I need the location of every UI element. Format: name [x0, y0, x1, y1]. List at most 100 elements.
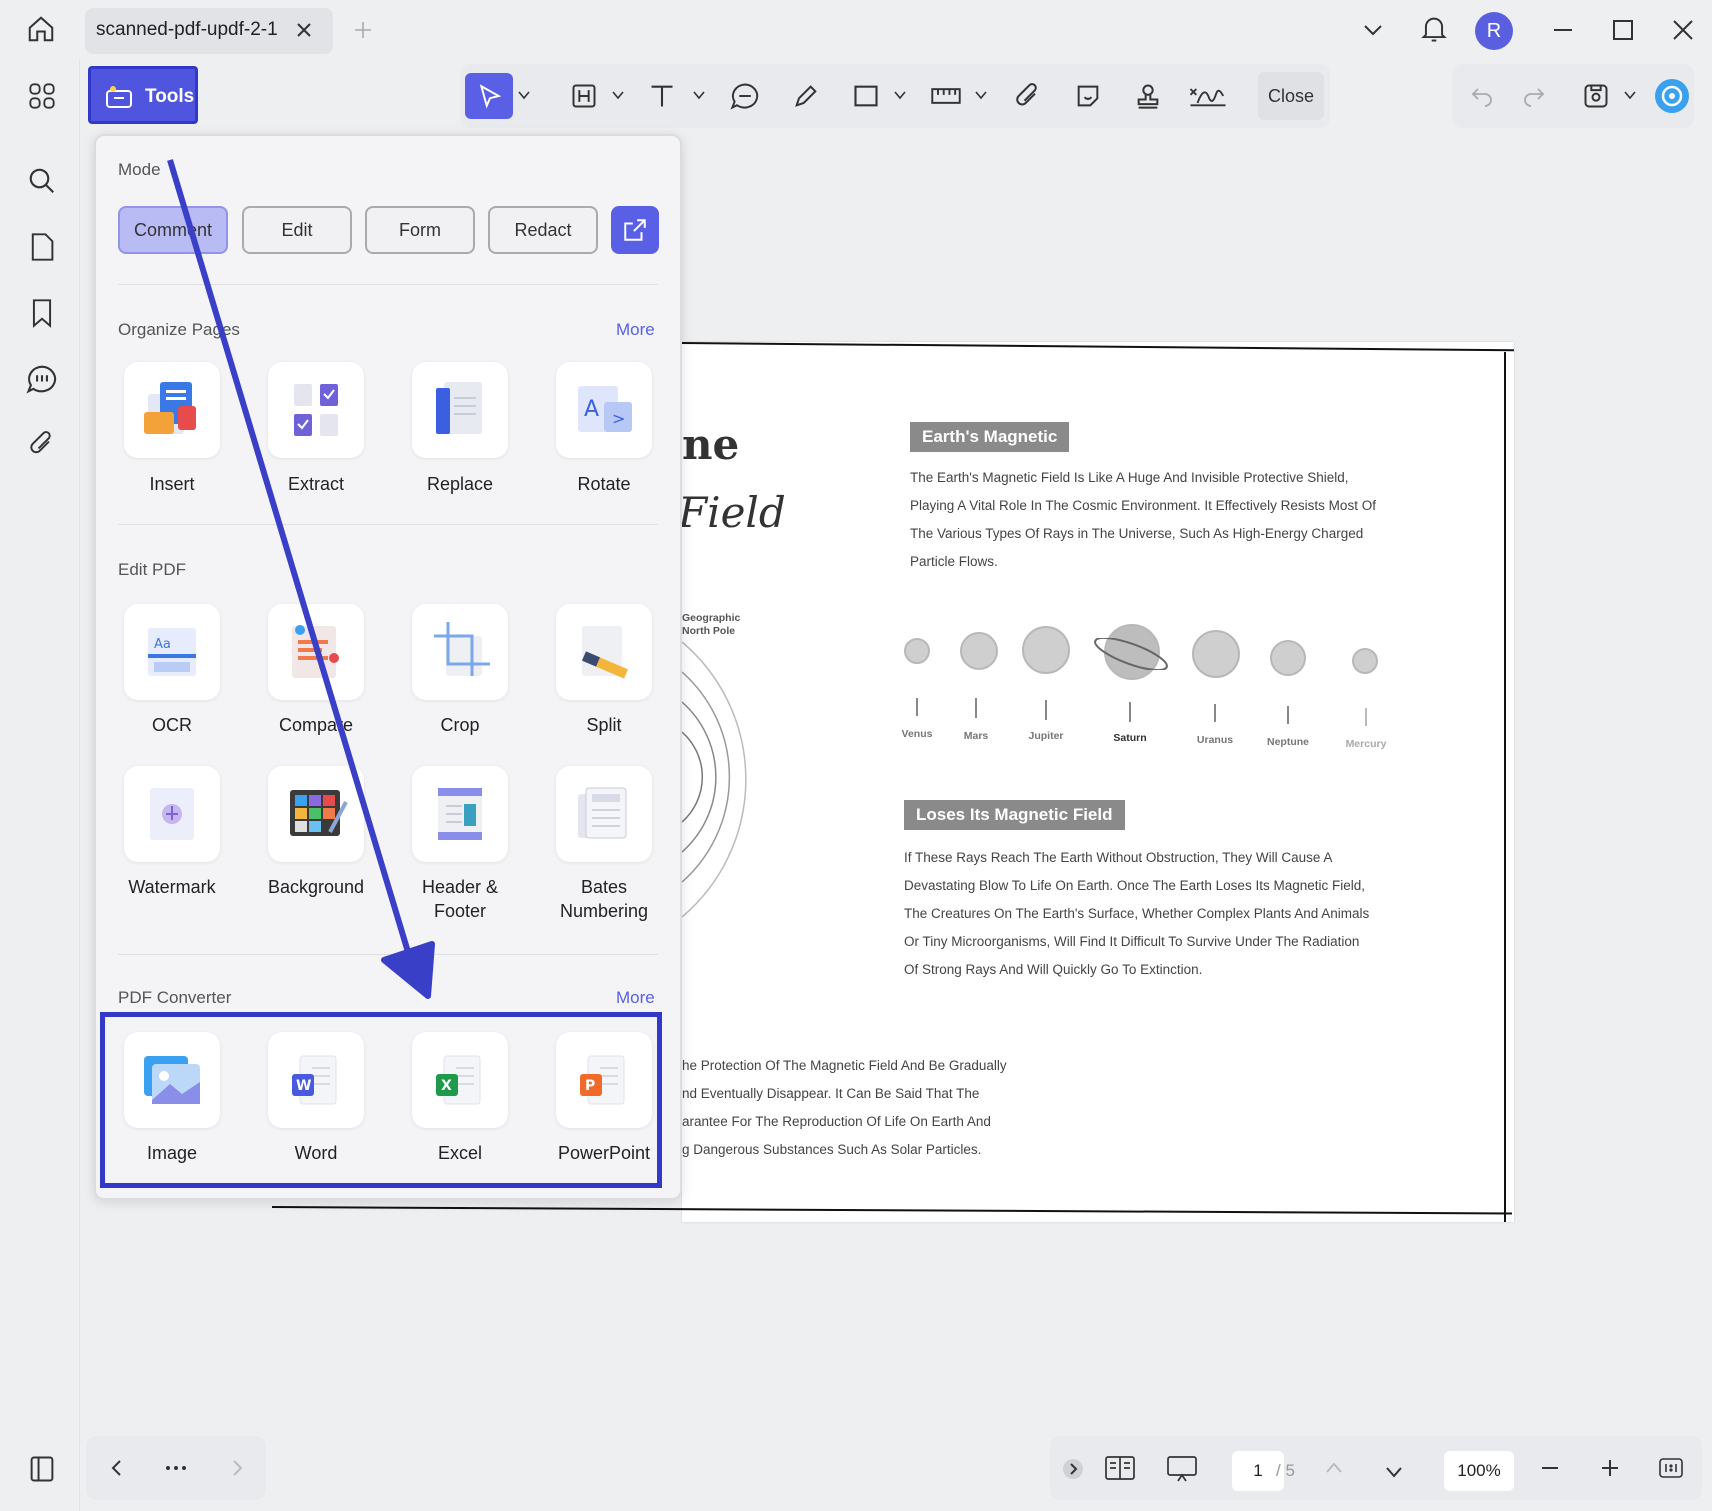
highlight-tool-icon[interactable]	[570, 82, 598, 110]
text-tool-icon[interactable]	[648, 82, 676, 110]
insert-tool[interactable]	[124, 362, 220, 458]
saturn-ring	[1094, 638, 1168, 670]
doc-paragraph: The Earth's Magnetic Field Is Like A Hug…	[910, 470, 1376, 569]
chevron-down-icon[interactable]	[612, 90, 624, 100]
doc-line: arantee For The Reproduction Of Life On …	[682, 1114, 991, 1129]
organize-more-link[interactable]: More	[616, 320, 655, 340]
sidebar-toggle-icon[interactable]	[28, 1454, 56, 1484]
planet-label: Mars	[963, 730, 989, 742]
watermark-icon	[138, 780, 206, 848]
total-pages: / 5	[1276, 1461, 1295, 1480]
close-toolbar-button[interactable]: Close	[1258, 72, 1324, 120]
pages-icon[interactable]	[28, 232, 56, 262]
chevron-right-icon[interactable]	[228, 1458, 246, 1478]
planet-tick	[1365, 708, 1367, 726]
attachment-icon[interactable]	[28, 430, 56, 460]
ocr-tool[interactable]: Aa	[124, 604, 220, 700]
organize-pages-title: Organize Pages	[118, 320, 240, 339]
mode-edit-button[interactable]: Edit	[242, 206, 352, 254]
converter-more-link[interactable]: More	[616, 988, 655, 1008]
replace-tool[interactable]	[412, 362, 508, 458]
insert-label: Insert	[149, 474, 195, 494]
attach-tool-icon[interactable]	[1014, 82, 1042, 110]
expand-panel-icon[interactable]	[1062, 1458, 1084, 1480]
svg-text:A: A	[584, 397, 599, 422]
chevron-down-icon[interactable]	[1362, 20, 1384, 40]
comments-icon[interactable]	[26, 364, 58, 394]
tools-label: Tools	[145, 86, 195, 107]
watermark-tool[interactable]	[124, 766, 220, 862]
avatar[interactable]: R	[1475, 12, 1513, 50]
chevron-down-icon[interactable]	[1624, 90, 1636, 100]
header-footer-tool[interactable]	[412, 766, 508, 862]
word-icon: W	[282, 1046, 350, 1114]
undo-icon[interactable]	[1470, 84, 1494, 108]
comment-tool-icon[interactable]	[730, 82, 760, 110]
chevron-down-icon[interactable]	[894, 90, 906, 100]
split-tool[interactable]	[556, 604, 652, 700]
chevron-down-icon[interactable]	[975, 90, 987, 100]
chevron-down-icon[interactable]	[518, 90, 530, 100]
sticker-tool-icon[interactable]	[1074, 82, 1102, 110]
next-page-icon[interactable]	[1384, 1464, 1404, 1480]
zoom-in-icon[interactable]	[1600, 1458, 1620, 1478]
convert-excel-tool[interactable]: X	[412, 1032, 508, 1128]
home-icon[interactable]	[26, 14, 56, 44]
ai-assistant-icon[interactable]	[1654, 78, 1690, 114]
measure-tool-icon[interactable]	[930, 82, 962, 110]
extract-tool[interactable]	[268, 362, 364, 458]
doc-line: he Protection Of The Magnetic Field And …	[682, 1058, 1007, 1073]
rotate-tool[interactable]: A >	[556, 362, 652, 458]
planet	[1192, 630, 1240, 678]
planet-tick	[1214, 704, 1216, 722]
doc-section-badge: Loses Its Magnetic Field	[904, 800, 1125, 830]
svg-text:>: >	[612, 409, 625, 428]
more-icon[interactable]	[164, 1458, 188, 1478]
bates-numbering-tool[interactable]	[556, 766, 652, 862]
search-icon[interactable]	[27, 166, 57, 196]
signature-tool-icon[interactable]	[1188, 82, 1228, 110]
page-layout-icon[interactable]	[1104, 1454, 1136, 1482]
redo-icon[interactable]	[1522, 84, 1546, 108]
bookmark-icon[interactable]	[29, 298, 55, 328]
close-window-icon[interactable]	[1672, 19, 1694, 41]
chevron-left-icon[interactable]	[108, 1458, 126, 1478]
planet	[1352, 648, 1378, 674]
planet-label: Saturn	[1113, 732, 1147, 744]
compare-tool[interactable]	[268, 604, 364, 700]
zoom-level-input[interactable]: 100%	[1444, 1451, 1514, 1491]
magnetic-field-diagram	[682, 641, 747, 918]
convert-image-tool[interactable]	[124, 1032, 220, 1128]
open-mode-button[interactable]	[611, 206, 659, 254]
maximize-icon[interactable]	[1612, 19, 1634, 41]
shape-tool-icon[interactable]	[852, 82, 880, 110]
new-tab-icon[interactable]	[353, 20, 373, 40]
stamp-tool-icon[interactable]	[1134, 82, 1162, 110]
bates-numbering-icon	[570, 780, 638, 848]
actual-size-icon[interactable]	[1658, 1456, 1684, 1480]
pen-tool-icon[interactable]	[792, 82, 820, 110]
bell-icon[interactable]	[1420, 14, 1448, 44]
mode-redact-button[interactable]: Redact	[488, 206, 598, 254]
mode-comment-button[interactable]: Comment	[118, 206, 228, 254]
presentation-icon[interactable]	[1166, 1454, 1198, 1482]
external-link-icon	[622, 217, 648, 243]
select-tool-button[interactable]	[465, 73, 513, 119]
close-tab-icon[interactable]	[294, 20, 314, 40]
tools-button[interactable]: Tools	[88, 66, 198, 124]
planet-label: Uranus	[1196, 734, 1234, 746]
planet-label: Jupiter	[1028, 730, 1064, 742]
pdf-converter-title: PDF Converter	[118, 988, 232, 1007]
mode-form-button[interactable]: Form	[365, 206, 475, 254]
convert-powerpoint-tool[interactable]: P	[556, 1032, 652, 1128]
convert-word-tool[interactable]: W	[268, 1032, 364, 1128]
zoom-out-icon[interactable]	[1540, 1460, 1560, 1476]
chevron-down-icon[interactable]	[693, 90, 705, 100]
minimize-icon[interactable]	[1552, 20, 1574, 40]
save-icon[interactable]	[1582, 82, 1610, 110]
previous-page-icon[interactable]	[1324, 1460, 1344, 1476]
apps-grid-icon[interactable]	[28, 82, 56, 110]
background-tool[interactable]	[268, 766, 364, 862]
crop-tool[interactable]	[412, 604, 508, 700]
svg-text:P: P	[585, 1078, 595, 1094]
